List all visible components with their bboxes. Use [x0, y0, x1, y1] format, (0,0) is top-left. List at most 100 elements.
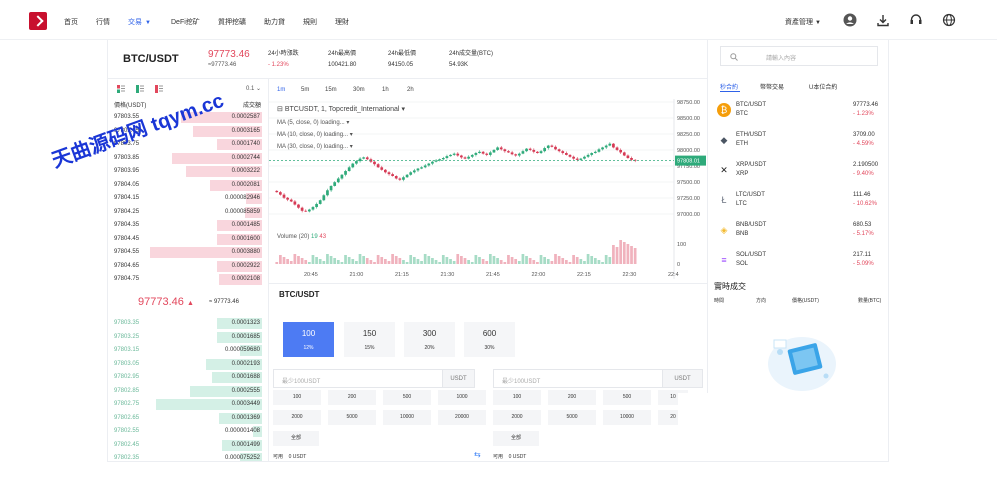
candle-body[interactable] [336, 178, 340, 183]
buy-quick-amount-button[interactable]: 1000 [438, 390, 486, 405]
candle-body[interactable] [528, 148, 532, 150]
ask-row[interactable]: 97804.65 0.0002922 [108, 260, 268, 273]
price-chart[interactable]: 1m 5m 15m 30m 1h 2h 98750.00 98500.00 98250.00 9… [269, 79, 707, 284]
candle-body[interactable] [460, 155, 463, 158]
asset-management-menu[interactable]: 資產管理 ▼ [785, 17, 821, 27]
bid-row[interactable]: 97802.75 0.0003449 [108, 398, 268, 411]
volume-bar[interactable] [340, 262, 344, 264]
candle-body[interactable] [427, 163, 431, 166]
volume-bar[interactable] [355, 261, 358, 264]
coin-row[interactable]: ₿ BTC/USDT BTC 97773.46 - 1.23% [708, 98, 888, 128]
candle-body[interactable] [590, 153, 594, 155]
volume-bar[interactable] [365, 258, 369, 264]
volume-bar[interactable] [557, 256, 561, 264]
candle-body[interactable] [630, 158, 633, 160]
volume-bar[interactable] [420, 261, 423, 264]
candle-body[interactable] [398, 178, 402, 180]
candle-body[interactable] [608, 143, 612, 146]
volume-bar[interactable] [304, 260, 308, 264]
candlestick-chart[interactable]: 98750.0098500.0098250.0098000.0097750.00… [269, 99, 707, 284]
volume-bar[interactable] [583, 261, 586, 264]
candle-body[interactable] [561, 151, 565, 154]
bid-row[interactable]: 97802.95 0.0001688 [108, 371, 268, 384]
volume-bar[interactable] [362, 256, 365, 264]
volume-bar[interactable] [326, 254, 329, 264]
candle-body[interactable] [521, 151, 525, 154]
volume-bar[interactable] [536, 262, 539, 264]
tab-usdt-futures[interactable]: U本位合約 [809, 82, 837, 91]
candle-body[interactable] [365, 157, 369, 160]
sell-quick-amount-button[interactable]: 100 [493, 390, 541, 405]
candle-body[interactable] [597, 149, 601, 152]
candle-body[interactable] [315, 203, 318, 208]
candle-body[interactable] [488, 152, 492, 155]
coin-row[interactable]: ◆ ETH/USDT ETH 3709.00 - 4.59% [708, 128, 888, 158]
volume-bar[interactable] [351, 259, 355, 264]
candle-body[interactable] [376, 164, 380, 168]
coin-row[interactable]: ≡ SOL/USDT SOL 217.11 - 5.09% [708, 248, 888, 278]
candle-body[interactable] [380, 167, 384, 170]
volume-bar[interactable] [275, 262, 279, 264]
candle-body[interactable] [565, 153, 568, 155]
bid-row[interactable]: 97802.35 0.000075252 [108, 452, 268, 461]
candle-body[interactable] [322, 195, 326, 201]
candle-body[interactable] [499, 147, 503, 150]
volume-bar[interactable] [311, 255, 315, 264]
volume-bar[interactable] [528, 258, 532, 264]
candle-body[interactable] [481, 151, 485, 154]
leverage-option[interactable]: 300 20% [404, 322, 455, 357]
volume-bar[interactable] [286, 259, 289, 264]
candle-body[interactable] [340, 174, 344, 179]
volume-bar[interactable] [633, 248, 637, 264]
volume-bar[interactable] [416, 259, 420, 264]
ask-row[interactable]: 97804.15 0.000082946 [108, 192, 268, 205]
candle-body[interactable] [536, 151, 539, 154]
volume-bar[interactable] [289, 261, 293, 264]
sell-amount-input[interactable]: 最少100USDT [493, 369, 663, 388]
brand-logo[interactable] [29, 12, 47, 30]
volume-legend[interactable]: Volume (20) 19 43 [277, 234, 326, 240]
candle-body[interactable] [441, 158, 445, 160]
leverage-option[interactable]: 600 30% [464, 322, 515, 357]
buy-quick-amount-button[interactable]: 10000 [383, 410, 431, 425]
volume-bar[interactable] [470, 262, 474, 264]
volume-bar[interactable] [525, 256, 528, 264]
ask-row[interactable]: 97804.45 0.0001600 [108, 233, 268, 246]
candle-body[interactable] [275, 190, 279, 193]
candle-body[interactable] [311, 207, 315, 210]
candle-body[interactable] [318, 200, 322, 204]
volume-bar[interactable] [460, 256, 463, 264]
candle-body[interactable] [517, 153, 521, 156]
candle-body[interactable] [539, 151, 543, 154]
volume-bar[interactable] [282, 257, 286, 264]
volume-bar[interactable] [597, 260, 601, 264]
ask-row[interactable]: 97804.55 0.0003880 [108, 246, 268, 259]
timeframe-30m[interactable]: 30m [353, 87, 365, 93]
nav-rules[interactable]: 規則 [303, 17, 317, 27]
volume-bar[interactable] [387, 261, 391, 264]
volume-bar[interactable] [604, 255, 608, 264]
volume-bar[interactable] [601, 262, 604, 264]
volume-bar[interactable] [300, 258, 304, 264]
candle-body[interactable] [449, 154, 452, 157]
candle-body[interactable] [622, 152, 626, 156]
buy-quick-amount-button[interactable]: 200 [328, 390, 376, 405]
candle-body[interactable] [612, 143, 615, 148]
candle-body[interactable] [626, 155, 630, 158]
candle-body[interactable] [355, 161, 358, 164]
volume-bar[interactable] [503, 262, 507, 264]
volume-bar[interactable] [521, 254, 525, 264]
candle-body[interactable] [557, 149, 561, 152]
chart-symbol-line[interactable]: ⊟ BTCUSDT, 1, Topcredit_International ▾ [277, 105, 405, 113]
candle-body[interactable] [412, 170, 416, 173]
candle-body[interactable] [593, 151, 597, 154]
volume-bar[interactable] [575, 257, 579, 264]
candle-body[interactable] [572, 156, 575, 159]
volume-bar[interactable] [561, 258, 565, 264]
volume-bar[interactable] [496, 258, 499, 264]
candle-body[interactable] [445, 156, 449, 158]
candle-body[interactable] [546, 145, 550, 149]
candle-body[interactable] [568, 154, 572, 157]
volume-bar[interactable] [615, 247, 619, 264]
volume-bar[interactable] [550, 261, 554, 264]
